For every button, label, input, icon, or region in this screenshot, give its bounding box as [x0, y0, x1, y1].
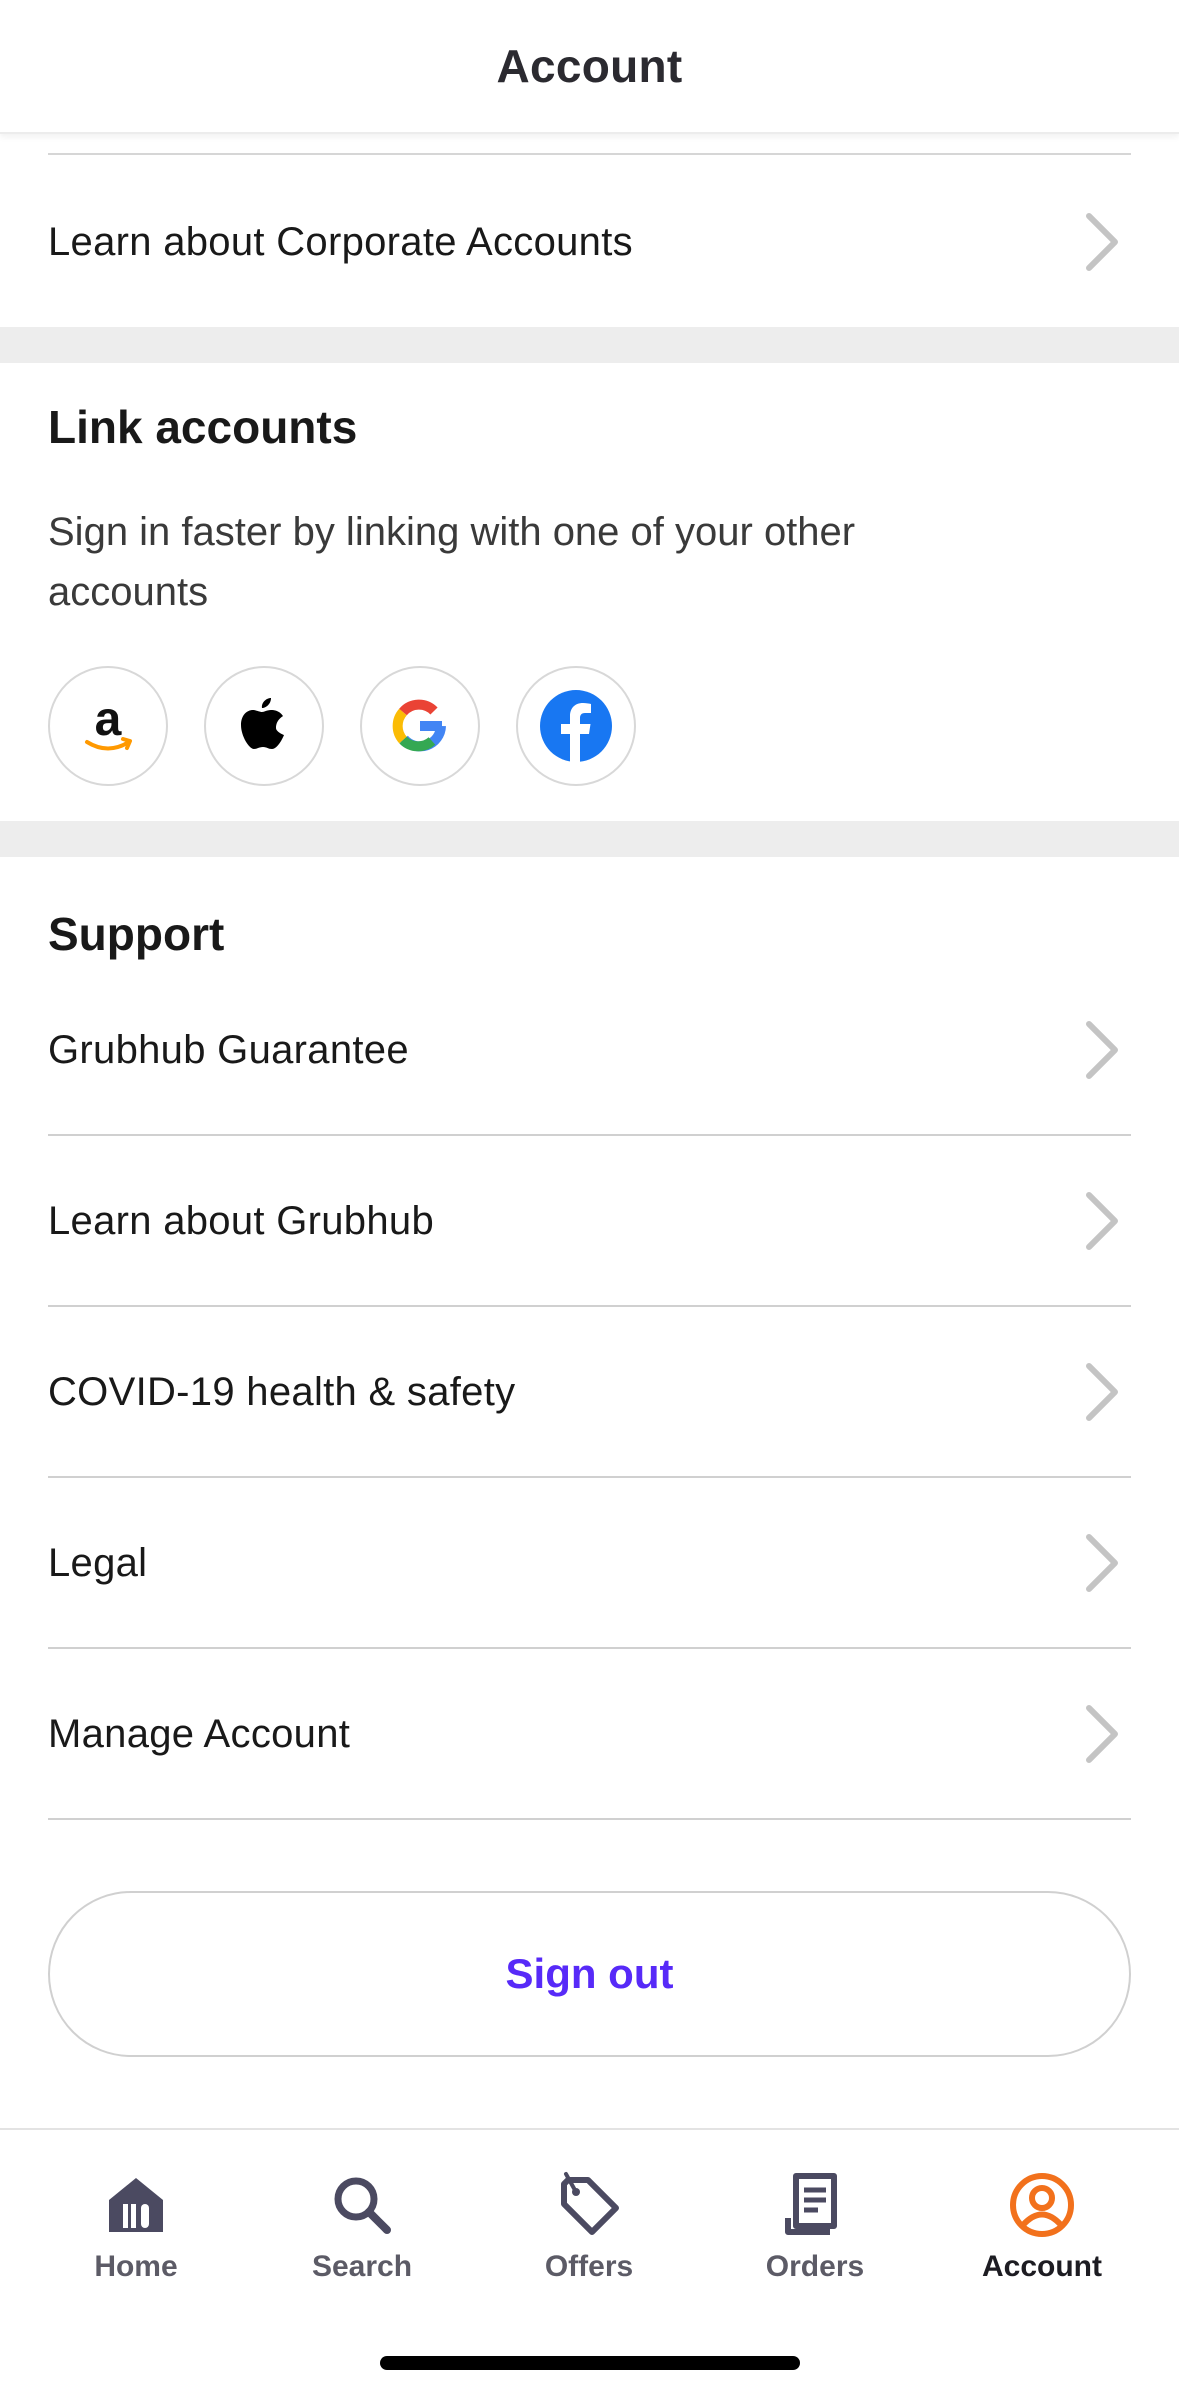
- chevron-right-icon: [1086, 1192, 1118, 1250]
- tab-home[interactable]: Home: [36, 2170, 236, 2284]
- sign-out-label: Sign out: [505, 1950, 674, 1997]
- chevron-right-icon: [1086, 213, 1118, 271]
- facebook-link-button[interactable]: [516, 666, 636, 786]
- divider: [48, 153, 1131, 155]
- section-separator: [0, 327, 1179, 363]
- amazon-link-button[interactable]: a: [48, 666, 168, 786]
- corporate-accounts-label: Learn about Corporate Accounts: [48, 219, 633, 264]
- google-icon: [392, 699, 446, 752]
- svg-text:a: a: [95, 693, 122, 746]
- page-title: Account: [496, 40, 683, 92]
- section-separator: [0, 821, 1179, 857]
- support-item-label: Grubhub Guarantee: [48, 1027, 409, 1072]
- tab-label: Offers: [544, 2250, 634, 2283]
- support-item-grubhub-guarantee[interactable]: Grubhub Guarantee: [0, 965, 1179, 1135]
- tab-label: Orders: [765, 2250, 865, 2283]
- tab-account[interactable]: Account: [942, 2170, 1142, 2284]
- chevron-right-icon: [1086, 1705, 1118, 1763]
- google-link-button[interactable]: [360, 666, 480, 786]
- support-item-manage-account[interactable]: Manage Account: [0, 1649, 1179, 1819]
- corporate-accounts-row[interactable]: Learn about Corporate Accounts: [0, 157, 1179, 327]
- support-item-label: Learn about Grubhub: [48, 1198, 434, 1243]
- tab-label: Account: [982, 2250, 1102, 2283]
- tab-offers[interactable]: Offers: [489, 2170, 689, 2284]
- apple-icon: [241, 698, 284, 749]
- app-header: Account: [0, 0, 1179, 134]
- offers-tag-icon: [561, 2172, 619, 2235]
- apple-link-button[interactable]: [204, 666, 324, 786]
- facebook-icon: [540, 690, 612, 762]
- link-accounts-description: Sign in faster by linking with one of yo…: [48, 510, 856, 614]
- link-accounts-title: Link accounts: [48, 401, 358, 453]
- home-icon: [109, 2178, 163, 2232]
- chevron-right-icon: [1086, 1534, 1118, 1592]
- chevron-right-icon: [1086, 1363, 1118, 1421]
- support-item-legal[interactable]: Legal: [0, 1478, 1179, 1648]
- support-title: Support: [48, 908, 225, 960]
- tab-label: Home: [94, 2250, 178, 2283]
- chevron-right-icon: [1086, 1021, 1118, 1079]
- support-item-covid-safety[interactable]: COVID-19 health & safety: [0, 1307, 1179, 1477]
- sign-out-button[interactable]: Sign out: [48, 1891, 1131, 2057]
- support-item-label: COVID-19 health & safety: [48, 1369, 516, 1414]
- amazon-icon: a: [85, 693, 132, 751]
- search-icon: [334, 2177, 391, 2234]
- home-indicator: [380, 2356, 800, 2370]
- orders-receipt-icon: [785, 2173, 837, 2235]
- divider: [48, 1818, 1131, 1820]
- account-person-icon: [1010, 2173, 1074, 2237]
- tab-orders[interactable]: Orders: [715, 2170, 915, 2284]
- support-item-learn-about-grubhub[interactable]: Learn about Grubhub: [0, 1136, 1179, 1306]
- support-item-label: Legal: [48, 1540, 148, 1585]
- support-item-label: Manage Account: [48, 1711, 351, 1756]
- tab-search[interactable]: Search: [262, 2170, 462, 2284]
- tab-label: Search: [311, 2250, 413, 2283]
